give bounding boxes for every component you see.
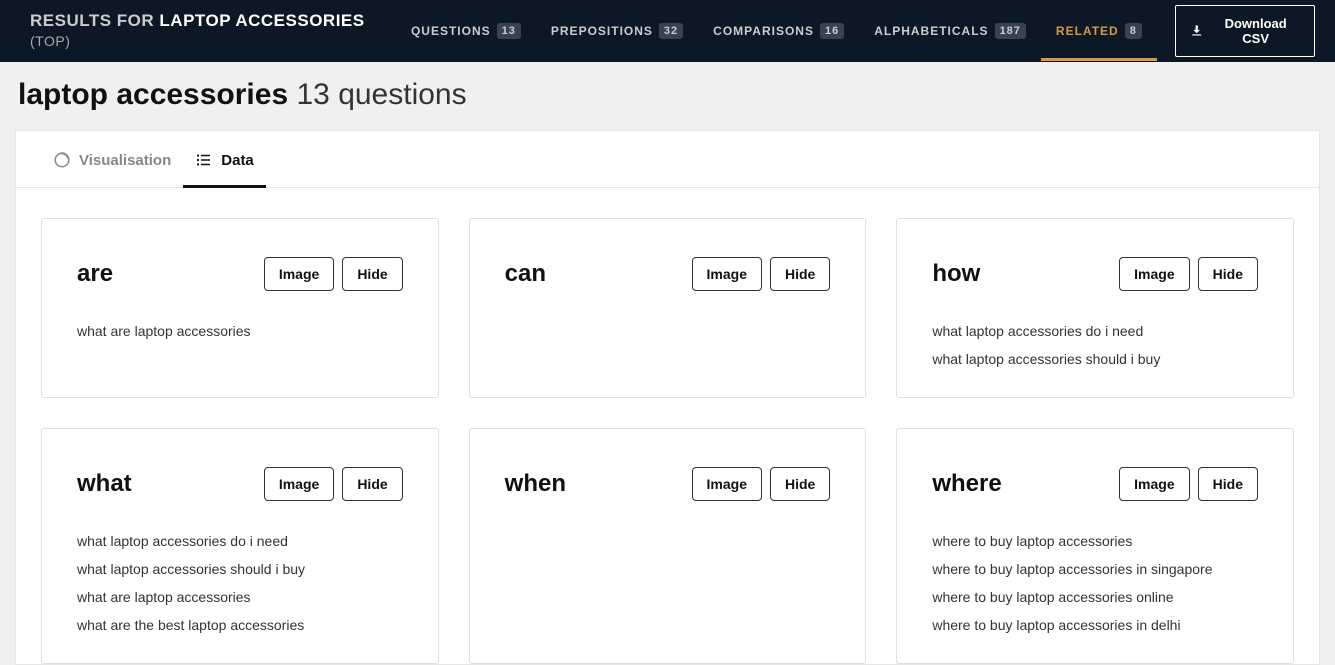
card-header: are ImageHide xyxy=(77,257,403,291)
nav-tab-comparisons[interactable]: COMPARISONS 16 xyxy=(698,1,859,61)
card-header: where Image Hide xyxy=(932,467,1258,501)
card-actions: ImageHide xyxy=(692,467,831,501)
nav-tab-badge: 13 xyxy=(497,23,521,39)
card-when: when ImageHide xyxy=(469,428,867,664)
nav-tab-badge: 8 xyxy=(1125,23,1142,39)
card-actions: ImageHide xyxy=(692,257,831,291)
card-title: are xyxy=(77,260,113,288)
hide-button[interactable]: Hide xyxy=(1198,257,1258,291)
top-nav: RESULTS FOR LAPTOP ACCESSORIES (TOP) QUE… xyxy=(0,0,1335,62)
list-item[interactable]: where to buy laptop accessories online xyxy=(932,589,1258,605)
card-header: when ImageHide xyxy=(505,467,831,501)
visualisation-icon xyxy=(53,151,71,169)
card-header: what ImageHide xyxy=(77,467,403,501)
results-suffix: (TOP) xyxy=(30,33,70,49)
main-panel: Visualisation Data areImageHidewhat are … xyxy=(15,130,1320,665)
hide-button[interactable]: Hide xyxy=(1198,467,1258,501)
list-icon xyxy=(195,151,213,169)
card-how: how Image Hide what laptop accessories do i… xyxy=(896,218,1294,398)
list-item[interactable]: what are laptop accessories xyxy=(77,323,403,339)
hide-button[interactable]: Hide xyxy=(770,467,830,501)
card-items: where to buy laptop accessories where to … xyxy=(932,533,1258,633)
image-button[interactable]: Image xyxy=(1119,467,1189,501)
card-where: where Image Hide where to buy laptop access… xyxy=(896,428,1294,664)
page-heading: laptop accessories 13 questions xyxy=(0,62,1335,130)
card-what: what ImageHide what laptop accessories do … xyxy=(41,428,439,664)
nav-tab-alphabeticals[interactable]: ALPHABETICALS 187 xyxy=(859,1,1041,61)
image-button[interactable]: Image xyxy=(1119,257,1189,291)
tab-data-label: Data xyxy=(221,152,254,169)
hide-button[interactable]: Hide xyxy=(342,257,402,291)
list-item[interactable]: what laptop accessories should i buy xyxy=(932,351,1258,367)
download-icon xyxy=(1190,24,1203,38)
list-item[interactable]: what laptop accessories do i need xyxy=(932,323,1258,339)
nav-tab-label: PREPOSITIONS xyxy=(551,24,653,38)
page-title: laptop accessories 13 questions xyxy=(18,78,1335,112)
card-title: how xyxy=(932,260,980,288)
results-for-prefix: RESULTS FOR xyxy=(30,11,154,30)
download-csv-button[interactable]: Download CSV xyxy=(1175,5,1315,57)
list-item[interactable]: what are the best laptop accessories xyxy=(77,617,403,633)
image-button[interactable]: Image xyxy=(692,257,762,291)
nav-tab-related[interactable]: RELATED 8 xyxy=(1041,1,1157,61)
view-tabs: Visualisation Data xyxy=(16,131,1319,188)
page-title-keyword: laptop accessories xyxy=(18,78,288,111)
card-actions: ImageHide xyxy=(264,467,403,501)
list-item[interactable]: what are laptop accessories xyxy=(77,589,403,605)
results-keyword: LAPTOP ACCESSORIES xyxy=(159,11,364,30)
card-can: can ImageHide xyxy=(469,218,867,398)
nav-tab-label: ALPHABETICALS xyxy=(874,24,988,38)
list-item[interactable]: what laptop accessories should i buy xyxy=(77,561,403,577)
image-button[interactable]: Image xyxy=(264,257,334,291)
nav-tabs: QUESTIONS 13 PREPOSITIONS 32 COMPARISONS 16 AL… xyxy=(396,1,1157,61)
hide-button[interactable]: Hide xyxy=(342,467,402,501)
nav-tab-label: RELATED xyxy=(1056,24,1119,38)
card-title: can xyxy=(505,260,546,288)
card-items: what laptop accessories do i need what la… xyxy=(77,533,403,633)
tab-visualisation[interactable]: Visualisation xyxy=(41,131,183,187)
nav-tab-badge: 187 xyxy=(995,23,1026,39)
card-actions: Image Hide xyxy=(1119,257,1258,291)
card-actions: ImageHide xyxy=(264,257,403,291)
card-title: when xyxy=(505,470,566,498)
card-items: what are laptop accessories xyxy=(77,323,403,339)
card-header: can ImageHide xyxy=(505,257,831,291)
card-actions: Image Hide xyxy=(1119,467,1258,501)
list-item[interactable]: where to buy laptop accessories in delhi xyxy=(932,617,1258,633)
card-title: what xyxy=(77,470,132,498)
image-button[interactable]: Image xyxy=(264,467,334,501)
nav-tab-badge: 16 xyxy=(820,23,844,39)
card-are: are ImageHide what are laptop accessories xyxy=(41,218,439,398)
cards-grid: areImageHidewhat are laptop accessoriesc… xyxy=(16,188,1319,664)
card-header: how Image Hide xyxy=(932,257,1258,291)
list-item[interactable]: where to buy laptop accessories xyxy=(932,533,1258,549)
results-for: RESULTS FOR LAPTOP ACCESSORIES (TOP) xyxy=(30,11,396,51)
card-items: what laptop accessories do i need what la… xyxy=(932,323,1258,367)
download-csv-label: Download CSV xyxy=(1211,16,1300,46)
nav-tab-label: COMPARISONS xyxy=(713,24,814,38)
hide-button[interactable]: Hide xyxy=(770,257,830,291)
nav-tab-label: QUESTIONS xyxy=(411,24,491,38)
card-title: where xyxy=(932,470,1001,498)
tab-visualisation-label: Visualisation xyxy=(79,152,171,169)
list-item[interactable]: what laptop accessories do i need xyxy=(77,533,403,549)
nav-tab-questions[interactable]: QUESTIONS 13 xyxy=(396,1,536,61)
nav-tab-prepositions[interactable]: PREPOSITIONS 32 xyxy=(536,1,698,61)
list-item[interactable]: where to buy laptop accessories in singa… xyxy=(932,561,1258,577)
image-button[interactable]: Image xyxy=(692,467,762,501)
nav-tab-badge: 32 xyxy=(659,23,683,39)
page-title-count: 13 questions xyxy=(296,78,466,111)
tab-data[interactable]: Data xyxy=(183,131,266,187)
